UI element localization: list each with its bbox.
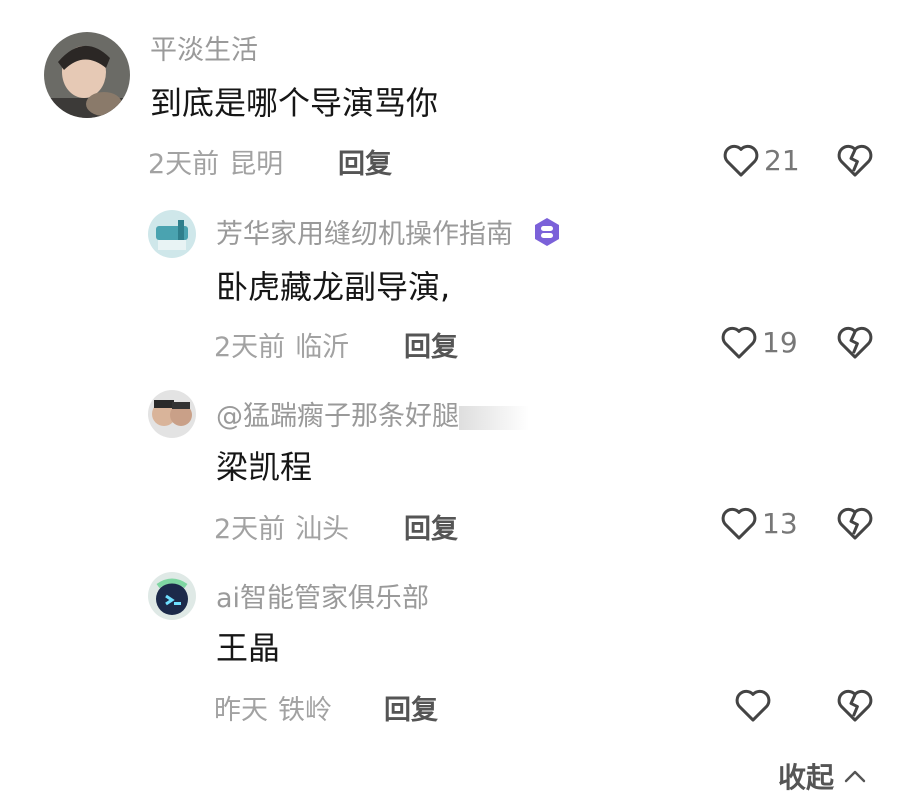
broken-heart-icon[interactable] (836, 142, 874, 178)
comment-text: 卧虎藏龙副导演, (216, 268, 451, 306)
comment-text: 梁凯程 (216, 448, 313, 486)
comment-location: 汕头 (295, 514, 350, 545)
avatar[interactable] (44, 32, 130, 118)
broken-heart-icon[interactable] (836, 687, 874, 723)
heart-outline-icon (735, 689, 771, 722)
heart-outline-icon (723, 144, 759, 177)
like-button[interactable]: 13 (720, 503, 798, 543)
heart-outline-icon (721, 326, 757, 359)
like-count: 13 (762, 506, 798, 540)
collapse-label: 收起 (778, 761, 835, 794)
reply-button[interactable]: 回复 (384, 688, 438, 727)
broken-heart-icon[interactable] (836, 324, 874, 360)
like-button[interactable] (734, 685, 776, 725)
verified-badge-icon (534, 218, 559, 246)
comment-time: 2天前 (214, 332, 286, 363)
comment-time: 2天前 (214, 514, 286, 545)
reply-button[interactable]: 回复 (338, 142, 392, 181)
heart-outline-icon (721, 507, 757, 540)
comment-text: 王晶 (216, 629, 281, 667)
comment-username[interactable]: 芳华家用缝纫机操作指南 (216, 212, 562, 251)
comment-location: 临沂 (295, 332, 350, 363)
comment-meta: 2天前 汕头 (214, 507, 349, 546)
reply-button[interactable]: 回复 (404, 507, 458, 546)
comment-username[interactable]: 平淡生活 (150, 28, 258, 67)
comment-username[interactable]: @猛踹瘸子那条好腿 (216, 394, 529, 433)
comment-location: 昆明 (229, 149, 284, 180)
comment-meta: 昨天 铁岭 (214, 688, 332, 727)
broken-heart-icon[interactable] (836, 505, 874, 541)
reply-button[interactable]: 回复 (404, 325, 458, 364)
comment-text: 到底是哪个导演骂你 (150, 84, 439, 122)
like-count: 21 (764, 143, 800, 177)
collapse-replies-button[interactable]: 收起 (778, 756, 866, 796)
comment-meta: 2天前 临沂 (214, 325, 349, 364)
avatar[interactable] (148, 572, 196, 620)
comment-location: 铁岭 (278, 695, 332, 726)
comment-meta: 2天前 昆明 (148, 142, 283, 181)
avatar[interactable] (148, 210, 196, 258)
comment-time: 昨天 (214, 695, 268, 726)
text-fade (459, 405, 529, 430)
like-button[interactable]: 19 (720, 322, 798, 362)
like-count: 19 (762, 325, 798, 359)
comment-time: 2天前 (148, 149, 220, 180)
comment-username[interactable]: ai智能管家俱乐部 (216, 576, 429, 615)
avatar[interactable] (148, 390, 196, 438)
chevron-up-icon (844, 770, 866, 783)
like-button[interactable]: 21 (722, 140, 800, 180)
